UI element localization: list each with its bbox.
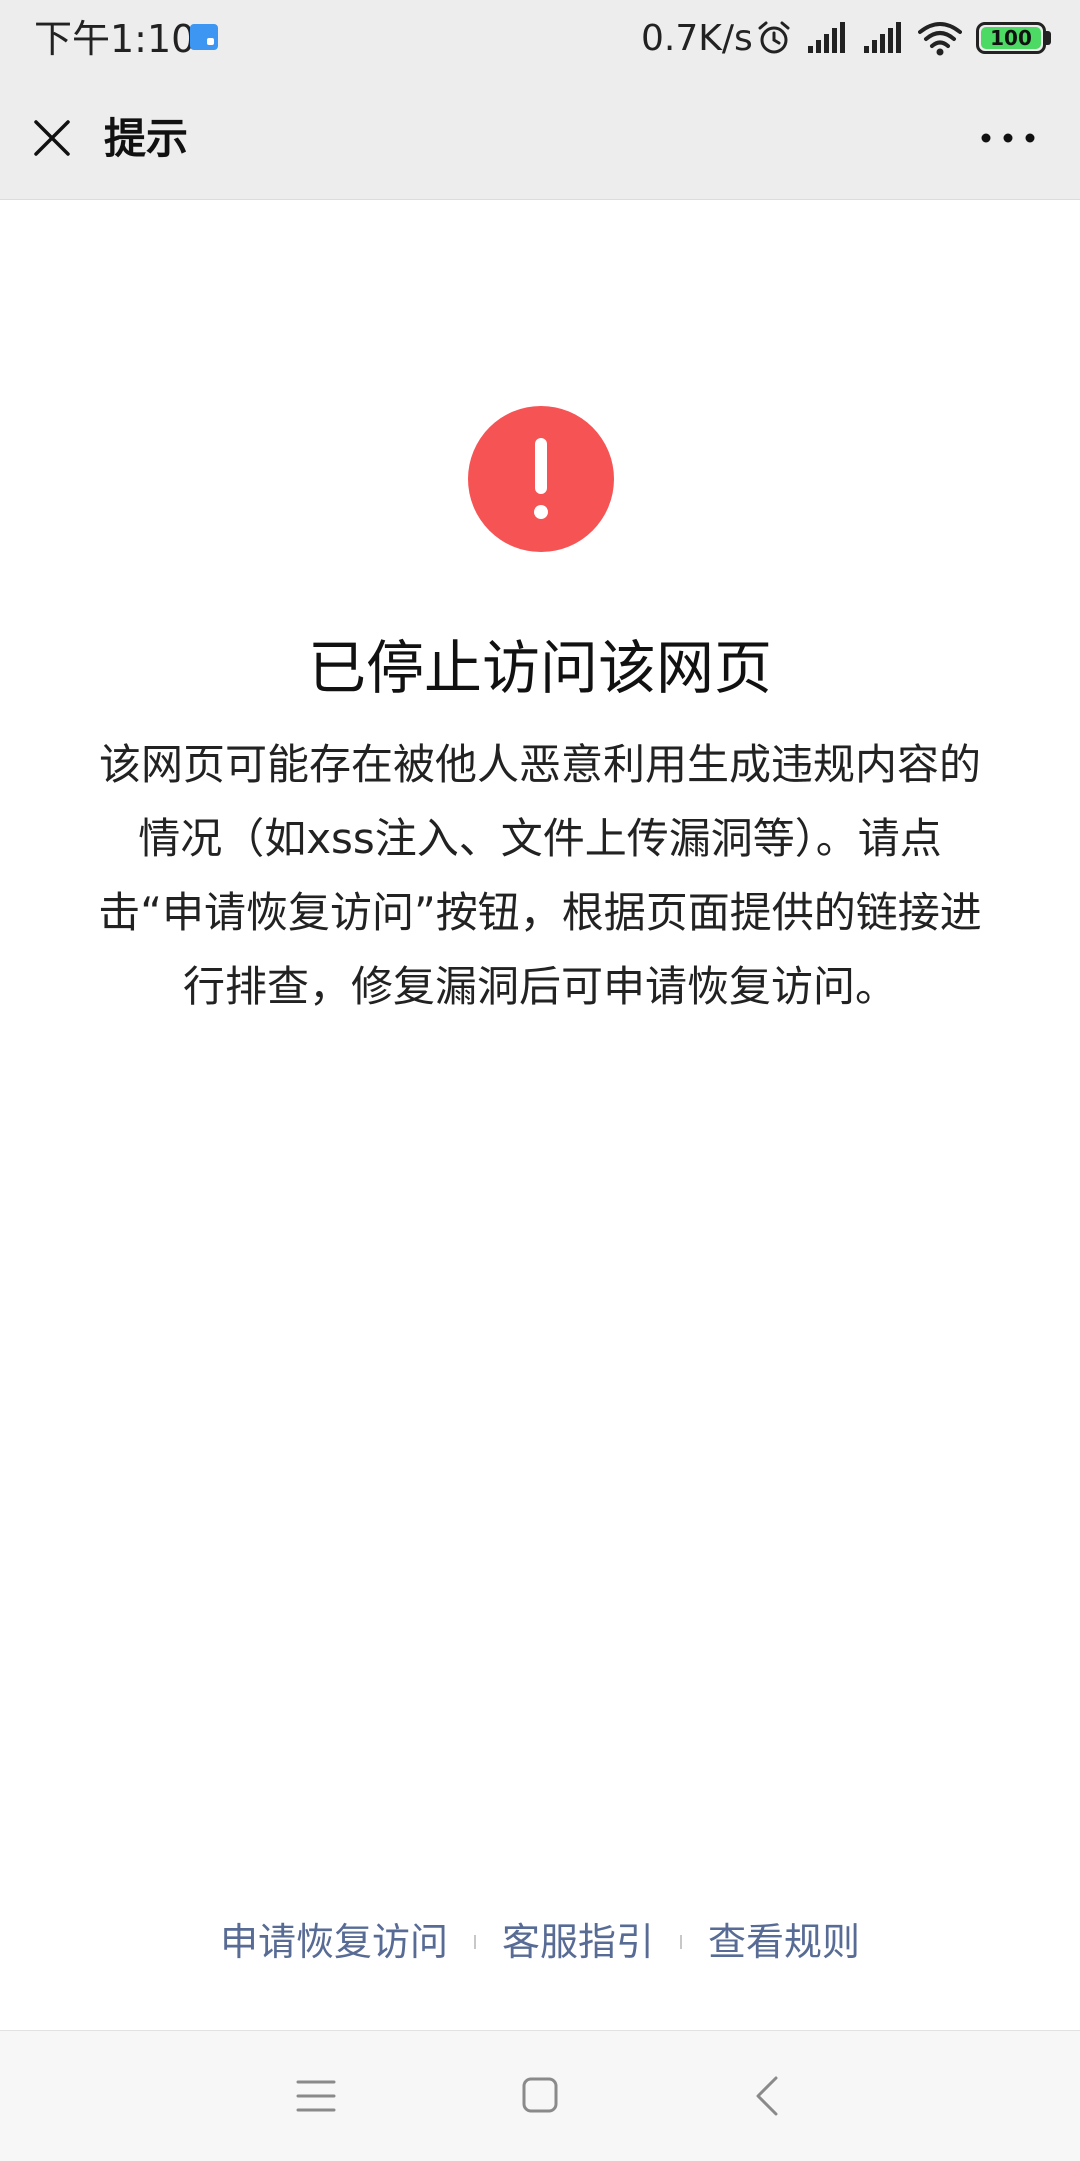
message-title: 已停止访问该网页 — [307, 634, 772, 702]
more-icon[interactable] — [980, 130, 1036, 146]
back-icon[interactable] — [752, 2075, 784, 2117]
battery-icon: 100 — [976, 22, 1046, 54]
battery-tip — [1046, 31, 1051, 45]
apply-restore-link[interactable]: 申请恢复访问 — [216, 1910, 452, 1974]
page-title: 提示 — [104, 114, 189, 163]
menu-icon[interactable] — [296, 2078, 336, 2114]
signal-icon — [864, 22, 901, 53]
close-icon[interactable] — [32, 118, 72, 158]
status-bar: 下午1:10 0.7K/s 100 — [0, 0, 1080, 80]
signal-icon — [808, 22, 845, 53]
alarm-icon — [758, 21, 790, 54]
home-icon[interactable] — [522, 2077, 558, 2113]
footer-separator — [473, 1935, 476, 1949]
footer-separator — [680, 1935, 682, 1949]
warning-icon — [468, 406, 614, 552]
support-guide-link[interactable]: 客服指引 — [498, 1910, 658, 1974]
top-bar: 提示 — [0, 80, 1080, 200]
footer-links: 申请恢复访问 客服指引 查看规则 — [0, 1910, 1080, 1974]
battery-level: 100 — [990, 26, 1032, 50]
status-time: 下午1:10 — [34, 17, 196, 61]
view-rules-link[interactable]: 查看规则 — [704, 1910, 864, 1974]
navigation-bar — [0, 2030, 1080, 2161]
network-speed: 0.7K/s — [641, 18, 753, 59]
wifi-icon — [918, 22, 962, 56]
message-description: 该网页可能存在被他人恶意利用生成违规内容的情况（如xss注入、文件上传漏洞等）。… — [98, 740, 982, 1011]
notification-icon — [190, 24, 218, 50]
